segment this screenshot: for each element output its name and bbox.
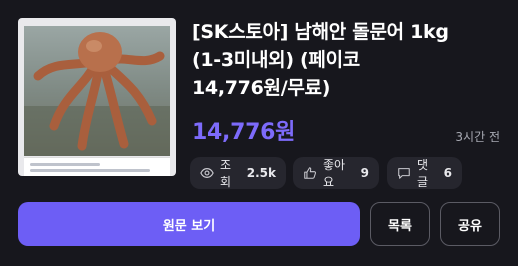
list-button[interactable]: 목록 [370,202,430,246]
price: 14,776원 [192,120,296,145]
views-stat: 조회 2.5k [190,157,286,189]
title-line-1: [SK스토아] 남해안 돌문어 1kg [192,21,449,43]
views-count: 2.5k [246,166,276,180]
thumbs-up-icon [304,167,317,179]
view-original-button[interactable]: 원문 보기 [18,202,360,246]
share-button[interactable]: 공유 [440,202,500,246]
title-line-3: 14,776원/무료) [192,77,331,99]
likes-label: 좋아요 [323,158,346,189]
title-line-2: (1-3미내외) (페이코 [192,49,360,71]
eye-icon [200,168,214,178]
post-title[interactable]: [SK스토아] 남해안 돌문어 1kg (1-3미내외) (페이코 14,776… [192,18,508,102]
product-thumbnail[interactable] [18,18,176,176]
post-time: 3시간 전 [455,130,500,144]
octopus-photo [24,26,170,156]
thumbnail-caption [24,157,170,176]
likes-stat[interactable]: 좋아요 9 [293,157,379,189]
likes-count: 9 [360,166,369,180]
chat-bubble-icon [398,168,410,179]
comments-count: 6 [443,166,452,180]
comments-stat[interactable]: 댓글 6 [387,157,462,189]
comments-label: 댓글 [417,158,429,189]
deal-card: [SK스토아] 남해안 돌문어 1kg (1-3미내외) (페이코 14,776… [0,0,518,266]
views-label: 조회 [220,158,232,189]
